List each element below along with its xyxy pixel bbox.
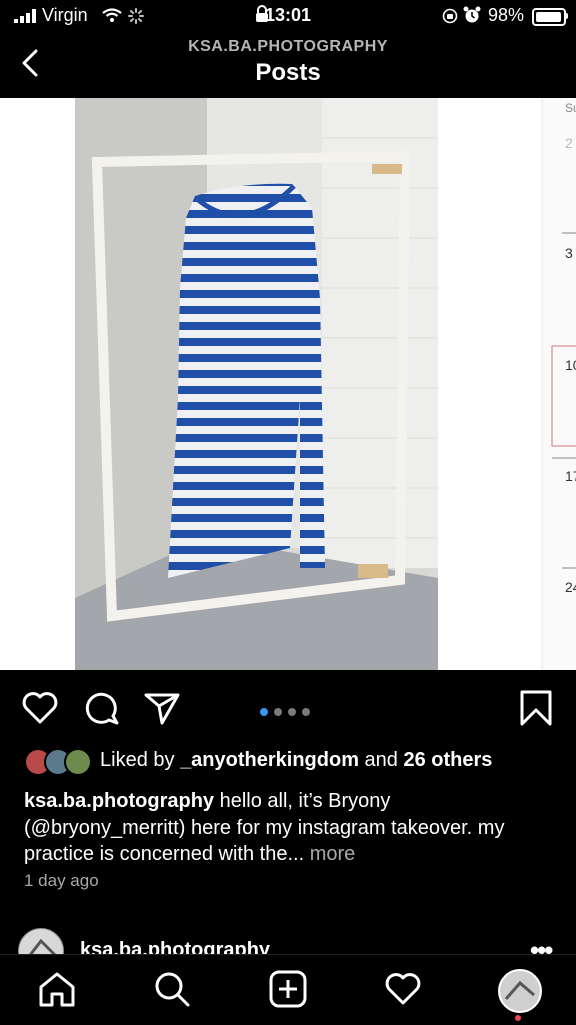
orientation-lock-icon (442, 8, 458, 24)
notification-dot (515, 1015, 521, 1021)
carousel-dot (302, 708, 310, 716)
svg-text:24: 24 (565, 579, 576, 595)
svg-text:Su: Su (565, 101, 576, 115)
post-timestamp: 1 day ago (24, 871, 99, 890)
liked-by-prefix: Liked by (100, 749, 181, 771)
avatar (64, 748, 92, 776)
page-title: Posts (255, 59, 321, 86)
carousel-dot (274, 708, 282, 716)
profile-avatar[interactable] (498, 969, 542, 1013)
alarm-icon (463, 6, 481, 23)
caption-more-link[interactable]: more (310, 843, 356, 865)
caption-username[interactable]: ksa.ba.photography (24, 790, 214, 812)
share-send-icon[interactable] (142, 688, 182, 728)
save-bookmark-icon[interactable] (516, 688, 556, 728)
battery-percent: 98% (488, 5, 525, 25)
bottom-tab-bar (0, 954, 576, 1025)
svg-text:17: 17 (565, 468, 576, 484)
home-icon[interactable] (37, 969, 77, 1009)
search-icon[interactable] (152, 969, 192, 1009)
like-heart-icon[interactable] (20, 688, 60, 728)
liked-by-user[interactable]: _anyotherkingdom (180, 749, 359, 771)
post-caption: ksa.ba.photography hello all, it’s Bryon… (24, 788, 554, 868)
svg-text:2: 2 (565, 135, 573, 151)
post-photo: Su 2 3 10 17 24 (0, 98, 576, 670)
svg-text:10: 10 (565, 357, 576, 373)
comment-icon[interactable] (82, 688, 122, 728)
liked-by-and: and (358, 749, 404, 771)
battery-icon (532, 8, 566, 26)
status-bar: Virgin 13:01 98% (0, 0, 576, 32)
carousel-dot (288, 708, 296, 716)
likes-summary[interactable]: Liked by _anyotherkingdom and 26 others (100, 749, 492, 772)
account-name: KSA.BA.PHOTOGRAPHY (188, 38, 388, 55)
carousel-dot-active (260, 708, 268, 716)
post-image-carousel[interactable]: Su 2 3 10 17 24 (0, 98, 576, 670)
svg-text:3: 3 (565, 245, 573, 261)
activity-icon[interactable] (383, 969, 423, 1009)
new-post-icon[interactable] (268, 969, 308, 1009)
carousel-indicator (260, 703, 316, 721)
liked-by-others[interactable]: 26 others (403, 749, 492, 771)
